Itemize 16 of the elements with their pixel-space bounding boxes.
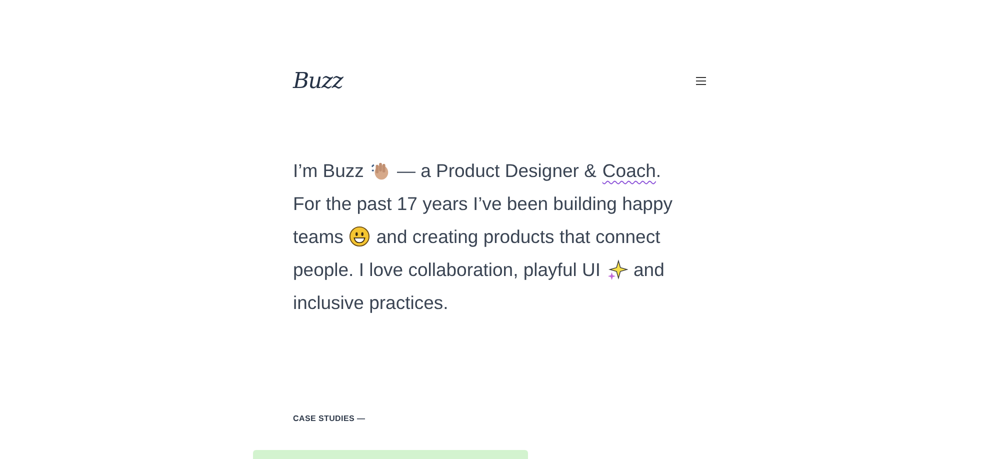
- intro-text: — a Product Designer &: [396, 159, 596, 183]
- intro-text: people. I love collaboration, playful UI: [293, 258, 600, 282]
- intro-text: For the past 17 years I’ve been building happy: [293, 192, 672, 216]
- grinning-face-icon: [349, 226, 370, 247]
- menu-icon[interactable]: [695, 75, 707, 87]
- intro-text: and creating products that connect: [376, 225, 660, 249]
- waving-hand-icon: [370, 160, 391, 181]
- section-heading: CASE STUDIES —: [293, 414, 366, 423]
- intro-text: and: [634, 258, 664, 282]
- intro-text: .: [656, 159, 662, 183]
- sparkles-icon: [606, 259, 628, 280]
- coach-link[interactable]: Coach: [602, 154, 656, 187]
- logo[interactable]: Buzz: [293, 68, 343, 94]
- intro-text: teams: [293, 225, 344, 249]
- intro-text: I’m Buzz: [293, 159, 364, 183]
- intro-text: inclusive practices.: [293, 291, 448, 315]
